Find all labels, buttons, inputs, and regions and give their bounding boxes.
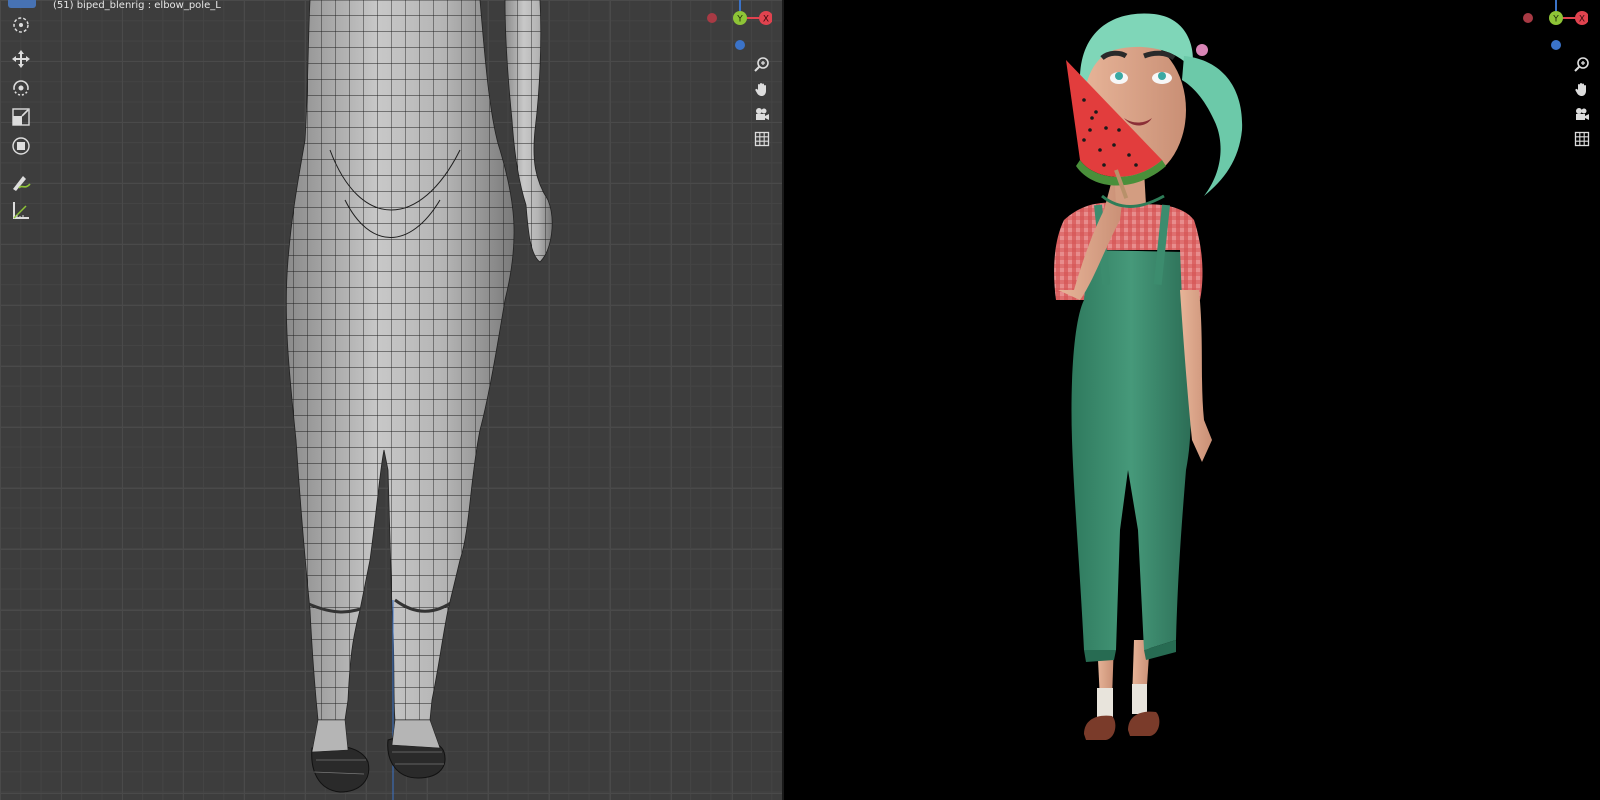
wireframe-mesh[interactable] xyxy=(0,0,782,800)
axis-gizmo[interactable]: Y X xyxy=(1518,0,1589,60)
axis-y-label: Y xyxy=(1552,15,1559,25)
axis-x-label: X xyxy=(1579,15,1585,25)
rendered-character[interactable] xyxy=(784,0,1600,800)
pan-hand-icon[interactable] xyxy=(1571,78,1593,100)
ortho-grid-icon[interactable] xyxy=(1571,128,1593,150)
blender-window: (51) biped_blenrig : elbow_pole_L Y X Y … xyxy=(0,0,1600,800)
camera-icon[interactable] xyxy=(1571,103,1593,125)
viewport-wireframe[interactable]: (51) biped_blenrig : elbow_pole_L Y X xyxy=(0,0,782,800)
zoom-icon[interactable] xyxy=(1571,53,1593,75)
viewport-rendered[interactable]: Y X xyxy=(784,0,1600,800)
